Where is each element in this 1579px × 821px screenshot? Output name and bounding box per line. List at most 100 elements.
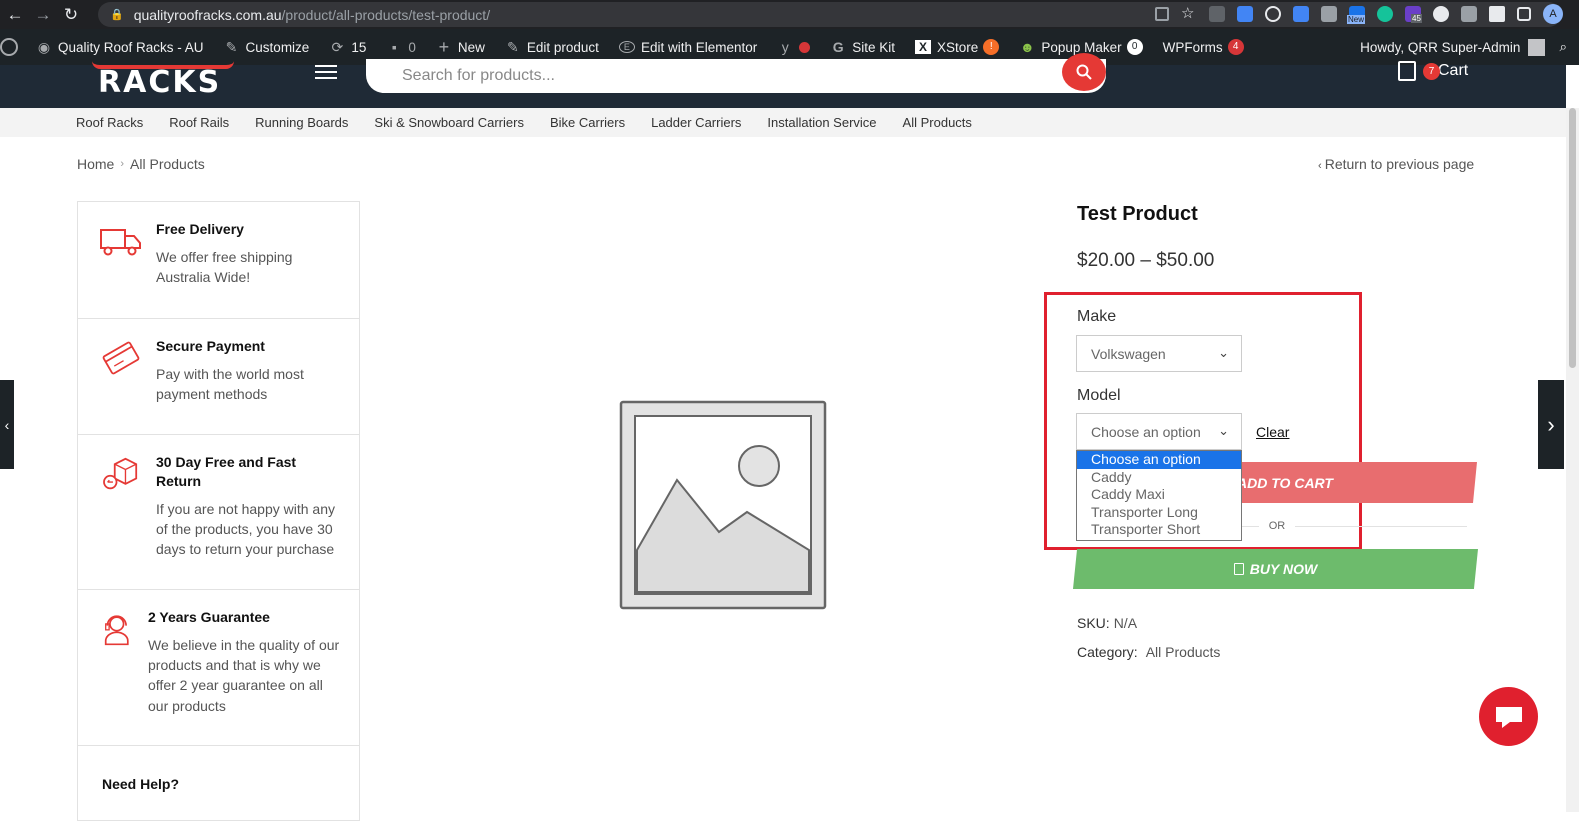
extension-icon[interactable] bbox=[1209, 6, 1225, 22]
bookmark-star-icon[interactable]: ☆ bbox=[1181, 6, 1197, 22]
site-name: Quality Roof Racks - AU bbox=[58, 39, 204, 55]
nav-running-boards[interactable]: Running Boards bbox=[255, 115, 348, 130]
comments-count: 0 bbox=[408, 39, 416, 55]
sku-value: N/A bbox=[1113, 615, 1138, 631]
grammarly-icon[interactable] bbox=[1377, 6, 1393, 22]
category-value[interactable]: All Products bbox=[1146, 644, 1221, 660]
breadcrumb-separator: › bbox=[120, 158, 125, 170]
product-search-input[interactable]: Search for products... bbox=[366, 53, 1106, 93]
model-option[interactable]: Transporter Long bbox=[1077, 504, 1241, 522]
scroll-thumb[interactable] bbox=[1569, 108, 1576, 368]
feature-item: Secure Payment Pay with the world most p… bbox=[78, 319, 359, 435]
feature-title: Secure Payment bbox=[156, 338, 265, 354]
return-link[interactable]: ‹ Return to previous page bbox=[1318, 156, 1474, 172]
hamburger-menu-icon[interactable] bbox=[315, 65, 337, 79]
xstore-icon: X bbox=[915, 40, 932, 54]
breadcrumb: Home › All Products bbox=[77, 156, 205, 172]
feature-title: 30 Day Free and Fast Return bbox=[156, 454, 297, 489]
globe-icon[interactable] bbox=[1265, 6, 1281, 22]
google-icon: G bbox=[832, 39, 844, 55]
return-box-icon bbox=[103, 457, 138, 490]
edit-product-label: Edit product bbox=[526, 39, 599, 55]
extension-new-icon[interactable]: New bbox=[1347, 6, 1366, 24]
wpforms-link[interactable]: WPForms 4 bbox=[1153, 29, 1254, 65]
add-to-cart-label: ADD TO CART bbox=[1237, 474, 1333, 491]
lock-icon: 🔒 bbox=[110, 9, 124, 21]
breadcrumb-home[interactable]: Home bbox=[77, 156, 114, 172]
nav-all-products[interactable]: All Products bbox=[903, 115, 972, 130]
feature-item: 2 Years Guarantee We believe in the qual… bbox=[78, 590, 359, 746]
translate-icon[interactable] bbox=[1293, 6, 1309, 22]
user-avatar bbox=[1528, 38, 1546, 56]
return-label: Return to previous page bbox=[1324, 156, 1475, 172]
model-option[interactable]: Caddy Maxi bbox=[1077, 486, 1241, 504]
admin-search-icon[interactable]: ⌕ bbox=[1555, 29, 1579, 65]
extension-icon[interactable] bbox=[1433, 6, 1449, 22]
nav-installation[interactable]: Installation Service bbox=[767, 115, 876, 130]
browser-toolbar: ← → ↻ 🔒 qualityroofracks.com.au /product… bbox=[0, 0, 1579, 29]
nav-roof-rails[interactable]: Roof Rails bbox=[169, 115, 229, 130]
popup-badge: 0 bbox=[1126, 39, 1143, 55]
chat-button[interactable] bbox=[1479, 687, 1538, 746]
customize-link[interactable]: ✎ Customize bbox=[214, 29, 320, 65]
yoast-icon: y bbox=[781, 39, 789, 55]
chevron-left-icon: ‹ bbox=[4, 416, 10, 433]
prev-product-arrow[interactable]: ‹ bbox=[0, 380, 14, 469]
image-placeholder-icon[interactable] bbox=[619, 400, 827, 610]
cart-label: Cart bbox=[1438, 62, 1469, 79]
nav-ski-snowboard[interactable]: Ski & Snowboard Carriers bbox=[374, 115, 524, 130]
feature-desc: Pay with the world most payment methods bbox=[156, 365, 304, 403]
model-option[interactable]: Choose an option bbox=[1077, 451, 1241, 469]
xstore-badge: ! bbox=[983, 39, 1000, 55]
extension-icon[interactable] bbox=[1237, 6, 1253, 22]
sku-line: SKU: N/A bbox=[1077, 615, 1137, 631]
page-scrollbar[interactable] bbox=[1566, 108, 1579, 812]
nav-roof-racks[interactable]: Roof Racks bbox=[76, 115, 143, 130]
feature-desc: If you are not happy with any of the pro… bbox=[156, 500, 335, 558]
search-icon bbox=[1076, 64, 1092, 80]
buy-now-label: BUY NOW bbox=[1249, 561, 1318, 577]
new-label: New bbox=[1347, 15, 1366, 24]
wordpress-logo[interactable] bbox=[0, 29, 26, 65]
next-product-arrow[interactable]: › bbox=[1538, 380, 1564, 469]
truck-icon bbox=[100, 229, 141, 256]
feature-title: 2 Years Guarantee bbox=[148, 609, 270, 625]
brush-icon: ✎ bbox=[225, 38, 238, 55]
category-nav: Roof Racks Roof Rails Running Boards Ski… bbox=[0, 108, 1566, 137]
back-icon[interactable]: ← bbox=[2, 2, 28, 28]
wp-admin-right: Howdy, QRR Super-Admin ⌕ bbox=[1350, 29, 1579, 65]
or-label: OR bbox=[1268, 520, 1286, 532]
make-select[interactable]: Volkswagen ⌄ bbox=[1076, 335, 1242, 372]
share-icon[interactable] bbox=[1155, 7, 1169, 21]
need-help-title: Need Help? bbox=[102, 776, 180, 792]
chevron-down-icon: ⌄ bbox=[1218, 423, 1229, 438]
breadcrumb-current[interactable]: All Products bbox=[130, 156, 205, 172]
extension-bar: ☆ New 45 A bbox=[1155, 4, 1563, 24]
nav-ladder-carriers[interactable]: Ladder Carriers bbox=[651, 115, 741, 130]
product-title: Test Product bbox=[1077, 203, 1198, 225]
puzzle-icon[interactable] bbox=[1489, 6, 1505, 22]
camera-icon[interactable] bbox=[1321, 6, 1337, 22]
make-label: Make bbox=[1077, 308, 1117, 325]
credit-card-icon bbox=[102, 341, 140, 375]
reload-icon[interactable]: ↻ bbox=[58, 2, 84, 28]
model-select[interactable]: Choose an option ⌄ bbox=[1076, 413, 1242, 450]
user-menu[interactable]: Howdy, QRR Super-Admin bbox=[1350, 29, 1555, 65]
extension-count-icon[interactable]: 45 bbox=[1405, 6, 1422, 23]
nav-bike-carriers[interactable]: Bike Carriers bbox=[550, 115, 625, 130]
extension-icon[interactable] bbox=[1461, 6, 1477, 22]
model-option[interactable]: Transporter Short bbox=[1077, 521, 1241, 539]
profile-avatar[interactable]: A bbox=[1543, 4, 1563, 24]
product-price: $20.00 – $50.00 bbox=[1077, 250, 1215, 271]
model-value: Choose an option bbox=[1091, 423, 1201, 440]
forward-icon[interactable]: → bbox=[30, 2, 56, 28]
search-button[interactable] bbox=[1062, 53, 1106, 91]
feature-desc: We offer free shipping Australia Wide! bbox=[156, 248, 293, 286]
buy-now-button[interactable]: BUY NOW bbox=[1073, 549, 1478, 589]
sidebar-panel-icon[interactable] bbox=[1517, 7, 1531, 21]
clear-selection-link[interactable]: Clear bbox=[1256, 424, 1289, 440]
model-option[interactable]: Caddy bbox=[1077, 469, 1241, 487]
chat-icon bbox=[1495, 706, 1522, 728]
site-logo[interactable]: RACKS bbox=[98, 65, 221, 100]
site-name-link[interactable]: ◉ Quality Roof Racks - AU bbox=[26, 29, 214, 65]
